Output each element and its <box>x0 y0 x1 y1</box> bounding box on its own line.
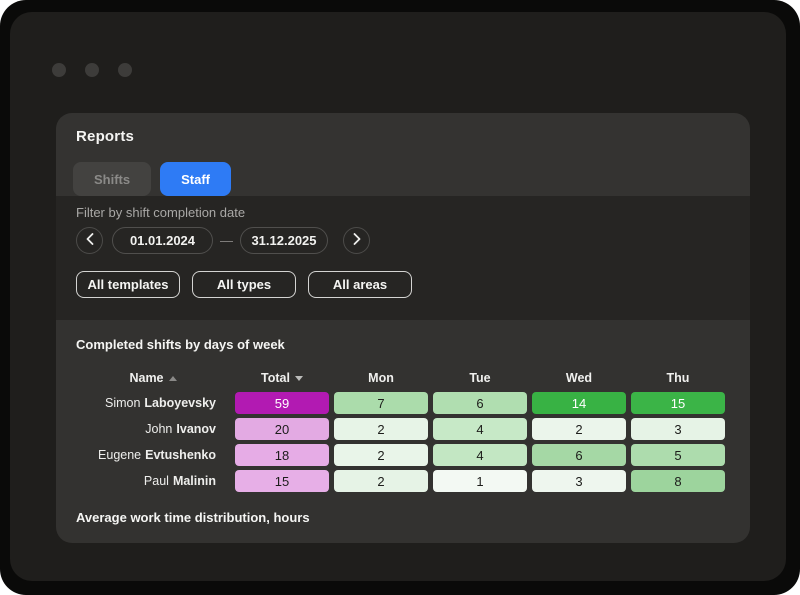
reports-panel: Reports Shifts Staff Filter by shift com… <box>56 113 750 543</box>
heatmap-cell: 18 <box>235 444 329 466</box>
column-header-wed[interactable]: Wed <box>532 368 626 388</box>
heatmap-cell: 14 <box>532 392 626 414</box>
all-areas-dropdown[interactable]: All areas <box>308 271 412 298</box>
avg-worktime-section-title: Average work time distribution, hours <box>76 510 310 525</box>
employee-name: Eugene Evtushenko <box>98 448 216 462</box>
shifts-table: Name Total Mon Tue Wed Thu Simon Laboyevs… <box>76 368 730 492</box>
window-control-dot[interactable] <box>118 63 132 77</box>
column-header-mon[interactable]: Mon <box>334 368 428 388</box>
heatmap-cell: 15 <box>235 470 329 492</box>
all-templates-dropdown[interactable]: All templates <box>76 271 180 298</box>
tab-staff[interactable]: Staff <box>160 162 232 196</box>
heatmap-cell: 3 <box>631 418 725 440</box>
chevron-right-icon <box>353 233 361 248</box>
heatmap-cell: 6 <box>532 444 626 466</box>
column-header-total[interactable]: Total <box>235 368 329 388</box>
heatmap-cell: 2 <box>334 444 428 466</box>
sort-asc-icon <box>168 375 177 381</box>
heatmap-cell: 8 <box>631 470 725 492</box>
screenshot-canvas: Reports Shifts Staff Filter by shift com… <box>0 0 800 595</box>
window-control-dot[interactable] <box>85 63 99 77</box>
tab-shifts-label: Shifts <box>94 171 131 187</box>
prev-period-button[interactable] <box>76 227 103 254</box>
heatmap-cell: 7 <box>334 392 428 414</box>
employee-name: John Ivanov <box>145 422 216 436</box>
heatmap-cell: 20 <box>235 418 329 440</box>
window-controls <box>52 63 132 77</box>
heatmap-cell: 4 <box>433 444 527 466</box>
tab-shifts[interactable]: Shifts <box>73 162 152 196</box>
date-from-field[interactable]: 01.01.2024 <box>112 227 213 254</box>
column-header-tue[interactable]: Tue <box>433 368 527 388</box>
heatmap-cell: 2 <box>334 470 428 492</box>
heatmap-cell: 15 <box>631 392 725 414</box>
next-period-button[interactable] <box>343 227 370 254</box>
column-header-thu[interactable]: Thu <box>631 368 725 388</box>
column-header-name[interactable]: Name <box>76 368 230 388</box>
date-range-separator: — <box>220 233 233 248</box>
date-range-picker: 01.01.2024 — 31.12.2025 <box>76 227 370 254</box>
heatmap-cell: 3 <box>532 470 626 492</box>
page-title: Reports <box>76 128 135 145</box>
heatmap-cell: 59 <box>235 392 329 414</box>
chevron-left-icon <box>86 233 94 248</box>
filters-section: Filter by shift completion date 01.01.20… <box>56 196 750 320</box>
date-to-field[interactable]: 31.12.2025 <box>240 227 328 254</box>
heatmap-cell: 5 <box>631 444 725 466</box>
report-tabs: Shifts Staff <box>73 162 232 196</box>
heatmap-cell: 2 <box>532 418 626 440</box>
reports-header: Reports Shifts Staff <box>56 113 750 196</box>
section-title: Completed shifts by days of week <box>76 337 285 352</box>
heatmap-cell: 1 <box>433 470 527 492</box>
employee-name: Paul Malinin <box>143 474 216 488</box>
employee-name: Simon Laboyevsky <box>104 396 216 410</box>
heatmap-cell: 6 <box>433 392 527 414</box>
all-types-dropdown[interactable]: All types <box>192 271 296 298</box>
heatmap-cell: 2 <box>334 418 428 440</box>
filter-dropdowns: All templates All types All areas <box>76 271 412 298</box>
window-control-dot[interactable] <box>52 63 66 77</box>
filter-label: Filter by shift completion date <box>76 205 246 220</box>
sort-desc-icon <box>294 375 303 381</box>
completed-shifts-section: Completed shifts by days of week Name To… <box>56 320 750 543</box>
heatmap-cell: 4 <box>433 418 527 440</box>
tab-staff-label: Staff <box>181 171 211 187</box>
